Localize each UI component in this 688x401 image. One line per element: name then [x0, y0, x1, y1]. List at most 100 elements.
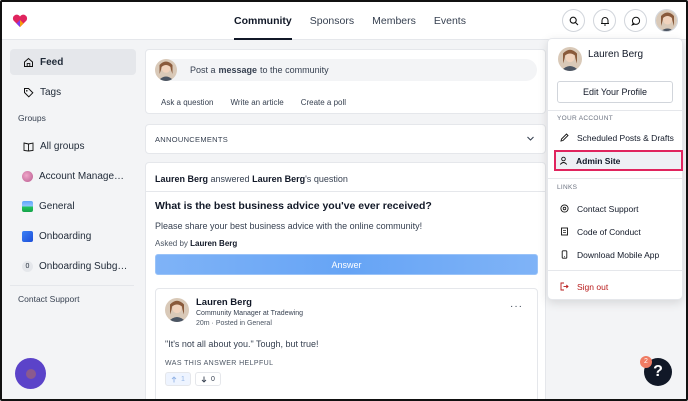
sidebar-item-label: Onboarding — [39, 230, 92, 242]
sidebar-item-label: Tags — [40, 86, 62, 98]
more-options-icon[interactable]: ··· — [510, 301, 523, 312]
sidebar-item-label: Onboarding Subg… — [39, 260, 128, 272]
home-icon — [22, 56, 34, 68]
nav-members[interactable]: Members — [372, 2, 416, 40]
answer-author-role: Community Manager at Tradewing — [196, 310, 303, 317]
write-article-button[interactable]: Write an article — [230, 98, 283, 107]
groups-heading: Groups — [18, 113, 46, 123]
sign-out-icon — [560, 282, 569, 291]
composer-card: Post a message to the community Ask a qu… — [145, 49, 546, 114]
answer-button[interactable]: Answer — [155, 254, 538, 275]
sidebar-item-feed[interactable]: Feed — [10, 49, 136, 75]
menu-item-label: Download Mobile App — [577, 249, 660, 260]
answer-author-name[interactable]: Lauren Berg — [196, 297, 252, 308]
question-title[interactable]: What is the best business advice you've … — [155, 200, 432, 212]
question-card: Lauren Berg answered Lauren Berg's quest… — [145, 162, 546, 399]
arrow-up-icon — [171, 375, 177, 382]
sidebar-item-general[interactable]: General — [10, 193, 136, 219]
menu-item-label: Code of Conduct — [577, 226, 641, 237]
your-account-heading: YOUR ACCOUNT — [557, 115, 613, 122]
app-launcher-button[interactable] — [15, 358, 46, 389]
help-notification-badge: 2 — [640, 356, 652, 368]
menu-item-label: Contact Support — [577, 203, 639, 214]
sidebar-item-onboarding[interactable]: Onboarding — [10, 223, 136, 249]
search-button[interactable] — [562, 9, 585, 32]
tag-icon — [22, 86, 34, 98]
top-bar: Community Sponsors Members Events — [2, 2, 686, 40]
activity-verb: answered — [210, 174, 250, 184]
asked-by-name[interactable]: Lauren Berg — [190, 239, 237, 248]
sidebar-item-label: General — [39, 200, 75, 212]
avatar — [155, 59, 177, 81]
sidebar-item-onboarding-subgroup[interactable]: 0 Onboarding Subg… — [10, 253, 136, 279]
chevron-down-icon[interactable] — [526, 134, 535, 143]
upvote-button[interactable]: 1 — [165, 372, 191, 386]
divider — [548, 178, 682, 179]
divider — [548, 270, 682, 271]
menu-item-code-of-conduct[interactable]: Code of Conduct — [557, 223, 675, 240]
create-poll-button[interactable]: Create a poll — [301, 98, 346, 107]
zero-badge: 0 — [22, 260, 33, 272]
composer-actions: Ask a question Write an article Create a… — [161, 98, 346, 107]
pencil-icon — [560, 133, 569, 142]
sidebar-item-account-management[interactable]: Account Manage… — [10, 163, 136, 189]
landscape-emoji-icon — [22, 200, 33, 212]
announcements-title: ANNOUNCEMENTS — [155, 135, 229, 144]
answer-text: "It's not all about you." Tough, but tru… — [165, 339, 319, 349]
mobile-phone-icon — [560, 250, 569, 259]
launcher-dot-icon — [25, 368, 36, 379]
menu-item-label: Sign out — [577, 281, 609, 292]
activity-target[interactable]: Lauren Berg — [252, 174, 305, 184]
user-icon — [559, 156, 568, 165]
search-icon — [569, 16, 578, 25]
arrow-down-icon — [201, 376, 207, 383]
app-frame: Community Sponsors Members Events Feed T… — [0, 0, 688, 401]
top-icons — [562, 9, 678, 32]
chart-emoji-icon — [22, 230, 33, 242]
menu-item-admin-site[interactable]: Admin Site — [554, 150, 683, 171]
avatar[interactable] — [165, 298, 189, 322]
ask-question-button[interactable]: Ask a question — [161, 98, 213, 107]
logo-heart-icon[interactable] — [12, 14, 28, 28]
menu-item-scheduled-posts[interactable]: Scheduled Posts & Drafts — [557, 129, 675, 146]
announcements-card[interactable]: ANNOUNCEMENTS — [145, 124, 546, 154]
menu-item-label: Admin Site — [576, 155, 621, 166]
nav-sponsors[interactable]: Sponsors — [310, 2, 354, 40]
post-input[interactable]: Post a message to the community — [156, 59, 537, 81]
edit-profile-button[interactable]: Edit Your Profile — [557, 81, 673, 103]
notifications-button[interactable] — [593, 9, 616, 32]
menu-item-label: Scheduled Posts & Drafts — [577, 132, 674, 143]
book-icon — [22, 140, 34, 152]
answer-card: Lauren Berg Community Manager at Tradewi… — [155, 288, 538, 399]
downvote-button[interactable]: 0 — [195, 372, 221, 386]
menu-item-sign-out[interactable]: Sign out — [557, 278, 675, 295]
upvote-count: 1 — [181, 375, 185, 383]
messages-button[interactable] — [624, 9, 647, 32]
sidebar-item-tags[interactable]: Tags — [10, 79, 136, 105]
menu-user-name: Lauren Berg — [588, 49, 644, 60]
brain-emoji-icon — [22, 170, 33, 182]
activity-author[interactable]: Lauren Berg — [155, 174, 208, 184]
bell-icon — [600, 16, 609, 26]
asked-by: Asked by Lauren Berg — [155, 239, 237, 248]
main-nav: Community Sponsors Members Events — [234, 2, 484, 40]
sidebar-item-label: Account Manage… — [39, 170, 125, 182]
menu-item-contact-support[interactable]: Contact Support — [557, 200, 675, 217]
chat-bubble-icon — [630, 16, 640, 26]
activity-target-suffix: 's question — [305, 174, 348, 184]
sidebar: Feed Tags Groups All groups Account Mana… — [2, 40, 142, 399]
post-input-prefix: Post a — [190, 65, 216, 75]
sidebar-contact-support[interactable]: Contact Support — [18, 292, 142, 306]
nav-community[interactable]: Community — [234, 2, 292, 40]
question-body: Please share your best business advice w… — [155, 221, 423, 231]
avatar — [656, 10, 677, 31]
menu-item-download-app[interactable]: Download Mobile App — [557, 246, 675, 263]
activity-header: Lauren Berg answered Lauren Berg's quest… — [155, 174, 348, 184]
sidebar-item-all-groups[interactable]: All groups — [10, 133, 136, 159]
user-avatar-button[interactable] — [655, 9, 678, 32]
nav-events[interactable]: Events — [434, 2, 466, 40]
answer-meta: 20m · Posted in General — [196, 320, 272, 327]
document-icon — [560, 227, 569, 236]
sidebar-item-label: Feed — [40, 56, 64, 68]
divider — [146, 191, 545, 192]
